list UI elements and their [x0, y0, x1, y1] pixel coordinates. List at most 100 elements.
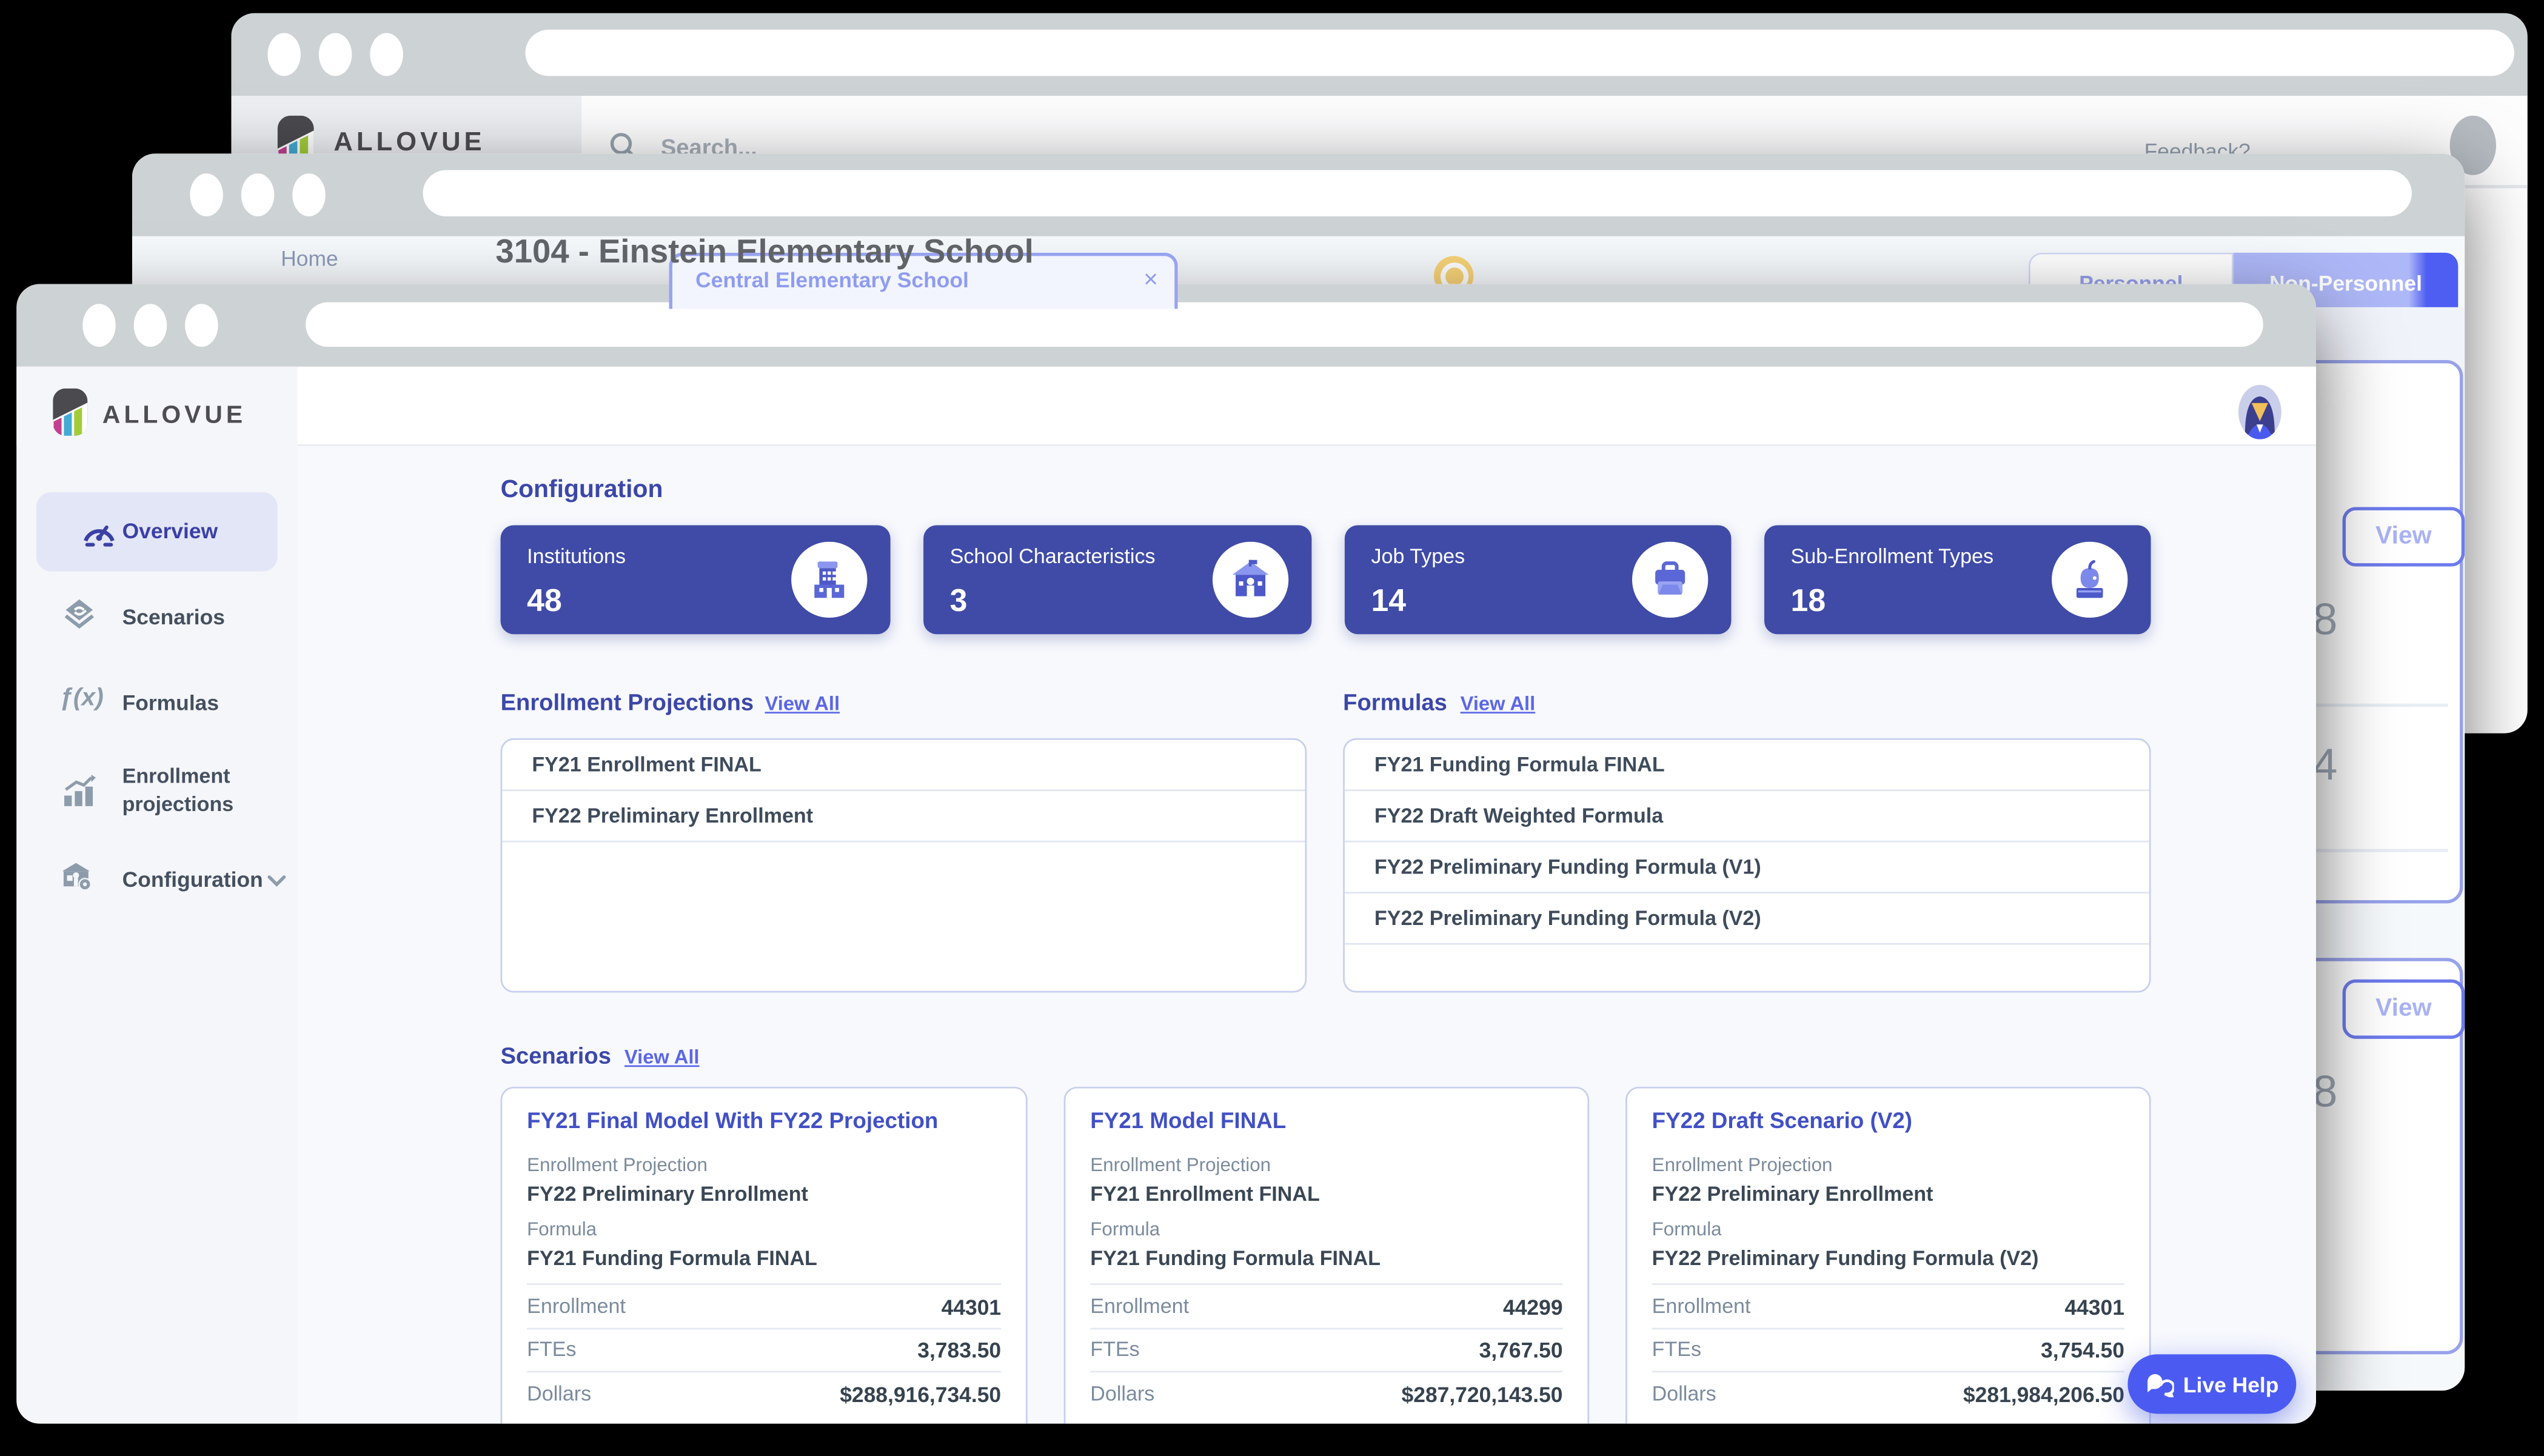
- config-card-sub-enrollment-types[interactable]: Sub-Enrollment Types 18: [1764, 525, 2151, 634]
- list-item[interactable]: FY22 Preliminary Funding Formula (V2): [1345, 893, 2149, 944]
- metric-row: Enrollment 44301: [527, 1283, 1001, 1328]
- config-card-job-types[interactable]: Job Types 14: [1345, 525, 1732, 634]
- window-control-dot[interactable]: [370, 33, 403, 76]
- metric-value: $288,916,734.50: [840, 1383, 1001, 1408]
- gauge-icon: [82, 515, 115, 548]
- middle-url-bar[interactable]: [423, 170, 2412, 216]
- front-url-bar[interactable]: [306, 302, 2263, 347]
- metric-row: Dollars $281,984,206.50: [1652, 1371, 2124, 1423]
- view-button[interactable]: View: [2343, 980, 2465, 1039]
- field-label: Enrollment Projection: [527, 1156, 708, 1176]
- section-heading-configuration: Configuration: [501, 476, 663, 504]
- list-item[interactable]: FY21 Enrollment FINAL: [502, 740, 1305, 791]
- metric-value: 44299: [1503, 1295, 1563, 1320]
- metric-value: 3,783.50: [917, 1338, 1001, 1363]
- apple-icon: [2070, 558, 2109, 601]
- scenario-title: FY21 Final Model With FY22 Projection: [527, 1108, 1006, 1135]
- metric-row: Dollars $287,720,143.50: [1090, 1371, 1562, 1423]
- section-heading-enrollment-projections: Enrollment Projections: [501, 689, 754, 715]
- metric-label: Enrollment: [1090, 1295, 1189, 1318]
- field-value: FY22 Preliminary Enrollment: [1652, 1183, 1933, 1206]
- window-control-dot[interactable]: [267, 33, 300, 76]
- config-card-school-characteristics[interactable]: School Characteristics 3: [923, 525, 1311, 634]
- sidebar-item-configuration[interactable]: Configuration: [36, 846, 287, 912]
- sidebar-item-label: Formulas: [122, 690, 219, 715]
- field-label: Formula: [1652, 1221, 1722, 1241]
- bar-chart-trend-icon: [63, 775, 96, 807]
- metric-row: FTEs 3,767.50: [1090, 1328, 1562, 1371]
- building-gear-icon: [59, 859, 92, 892]
- window-control-dot[interactable]: [185, 304, 218, 347]
- scenario-card[interactable]: FY22 Draft Scenario (V2) Enrollment Proj…: [1625, 1087, 2151, 1424]
- back-url-bar[interactable]: [525, 30, 2514, 76]
- list-item[interactable]: FY22 Draft Weighted Formula: [1345, 791, 2149, 842]
- view-all-link[interactable]: View All: [1461, 692, 1536, 715]
- sidebar-item-scenarios[interactable]: Scenarios: [36, 581, 278, 647]
- window-control-dot[interactable]: [190, 173, 223, 216]
- metric-value: $281,984,206.50: [1963, 1383, 2124, 1408]
- brand-wordmark: ALLOVUE: [102, 401, 246, 429]
- config-card-value: 48: [527, 585, 562, 621]
- field-label: Enrollment Projection: [1090, 1156, 1271, 1176]
- briefcase-icon: [1650, 560, 1690, 599]
- field-value: FY21 Funding Formula FINAL: [527, 1247, 817, 1270]
- window-control-dot[interactable]: [82, 304, 115, 347]
- sidebar-item-formulas[interactable]: ƒ(x) Formulas: [36, 667, 278, 733]
- metric-row: FTEs 3,754.50: [1652, 1328, 2124, 1371]
- building-icon: [809, 558, 849, 601]
- metric-label: Enrollment: [1652, 1295, 1751, 1318]
- school-icon: [1229, 560, 1272, 599]
- metric-label: Dollars: [527, 1383, 591, 1406]
- window-control-dot[interactable]: [319, 33, 352, 76]
- metric-value: 3,767.50: [1479, 1338, 1563, 1363]
- live-help-button[interactable]: Live Help: [2127, 1354, 2296, 1414]
- config-card-institutions[interactable]: Institutions 48: [501, 525, 891, 634]
- metric-label: FTEs: [1652, 1338, 1701, 1361]
- scenario-card[interactable]: FY21 Model FINAL Enrollment Projection F…: [1064, 1087, 1589, 1424]
- field-label: Enrollment Projection: [1652, 1156, 1833, 1176]
- section-heading-scenarios: Scenarios: [501, 1042, 611, 1069]
- list-item[interactable]: FY21 Funding Formula FINAL: [1345, 740, 2149, 791]
- list-item[interactable]: FY22 Preliminary Funding Formula (V1): [1345, 843, 2149, 893]
- window-control-dot[interactable]: [292, 173, 325, 216]
- sidebar-item-label: projections: [122, 793, 234, 816]
- field-value: FY22 Preliminary Enrollment: [527, 1183, 808, 1206]
- metric-value: $287,720,143.50: [1402, 1383, 1563, 1408]
- sidebar-item-overview[interactable]: Overview: [36, 492, 278, 572]
- field-value: FY22 Preliminary Funding Formula (V2): [1652, 1247, 2039, 1270]
- view-all-link[interactable]: View All: [624, 1046, 700, 1069]
- sidebar-item-enrollment-projections[interactable]: Enrollment projections: [36, 755, 287, 827]
- tab-close-icon[interactable]: ×: [1143, 266, 1158, 294]
- scenario-card[interactable]: FY21 Final Model With FY22 Projection En…: [501, 1087, 1028, 1424]
- config-card-value: 14: [1371, 585, 1406, 621]
- allovue-logo-icon: [53, 388, 87, 436]
- metric-row: FTEs 3,783.50: [527, 1328, 1001, 1371]
- metric-row: Enrollment 44299: [1090, 1283, 1562, 1328]
- user-avatar[interactable]: [2238, 385, 2281, 439]
- list-item[interactable]: FY22 Preliminary Enrollment: [502, 791, 1305, 842]
- page-title: 3104 - Einstein Elementary School: [495, 235, 1033, 273]
- partial-metric-number: 8: [2313, 595, 2338, 646]
- metric-label: Dollars: [1652, 1383, 1716, 1406]
- config-card-label: School Characteristics: [950, 545, 1156, 568]
- field-label: Formula: [527, 1221, 597, 1241]
- formula-fx-icon: ƒ(x): [59, 684, 104, 712]
- view-button[interactable]: View: [2343, 507, 2465, 566]
- sidebar-item-label: Overview: [122, 519, 218, 544]
- metric-value: 44301: [942, 1295, 1002, 1320]
- scenario-title: FY22 Draft Scenario (V2): [1652, 1108, 2129, 1135]
- front-browser-window: ALLOVUE Overview: [16, 284, 2316, 1424]
- partial-metric-number: 4: [2313, 740, 2338, 791]
- sidebar-item-label: Configuration: [122, 867, 263, 892]
- scenario-title: FY21 Model FINAL: [1090, 1108, 1567, 1135]
- enrollment-projections-panel: FY21 Enrollment FINAL FY22 Preliminary E…: [501, 738, 1307, 993]
- sidebar-item-label: Scenarios: [122, 604, 225, 629]
- metric-value: 44301: [2064, 1295, 2124, 1320]
- view-all-link[interactable]: View All: [765, 692, 840, 715]
- breadcrumb[interactable]: Home: [281, 246, 338, 271]
- window-control-dot[interactable]: [241, 173, 274, 216]
- field-value: FY21 Funding Formula FINAL: [1090, 1247, 1381, 1270]
- sidebar-item-label: Enrollment: [122, 765, 230, 788]
- config-card-label: Job Types: [1371, 545, 1465, 568]
- window-control-dot[interactable]: [134, 304, 167, 347]
